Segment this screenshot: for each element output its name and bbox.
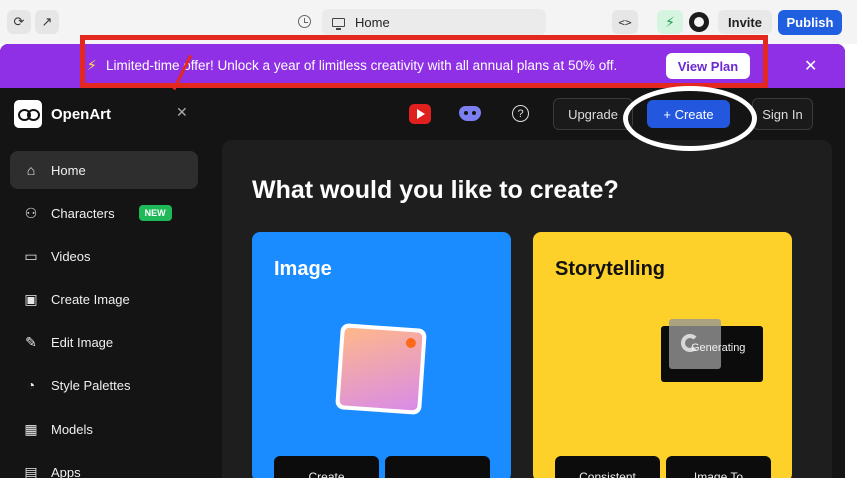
consistent-character-button[interactable]: Consistent: [555, 456, 660, 478]
screen: ⟳ ↗ Home <> ⚡ Invite Publish ⚡ Limited-t…: [0, 0, 857, 478]
sidebar-item-characters[interactable]: ⚇ Characters NEW: [10, 194, 198, 232]
invite-button[interactable]: Invite: [718, 10, 772, 34]
discord-icon[interactable]: [459, 106, 481, 121]
sidebar-item-apps[interactable]: ▤ Apps: [10, 453, 198, 478]
image-illustration: [335, 323, 427, 415]
sidebar-item-home[interactable]: ⌂ Home: [10, 151, 198, 189]
storytelling-card[interactable]: Storytelling Generating: [533, 232, 792, 478]
image-to-video-button[interactable]: Image To: [666, 456, 771, 478]
code-view-button[interactable]: <>: [612, 10, 638, 34]
image-card-secondary-button[interactable]: [385, 456, 490, 478]
sidebar-item-label: Apps: [51, 464, 81, 478]
youtube-icon[interactable]: [409, 104, 431, 124]
page-title: What would you like to create?: [252, 176, 619, 204]
home-icon: ⌂: [26, 162, 36, 178]
edit-icon: ✎: [25, 333, 37, 350]
image-card[interactable]: Image: [252, 232, 511, 478]
sidebar-item-label: Videos: [51, 248, 91, 264]
address-bar[interactable]: Home: [322, 9, 546, 35]
sidebar-item-models[interactable]: ▦ Models: [10, 410, 198, 448]
users-icon: ⚇: [24, 204, 38, 221]
sidebar-item-label: Models: [51, 421, 93, 437]
new-badge: NEW: [138, 205, 172, 221]
history-icon[interactable]: [298, 15, 311, 28]
highlight-ellipse: [623, 86, 757, 151]
apps-icon: ▤: [24, 463, 38, 478]
sidebar-item-label: Style Palettes: [51, 377, 131, 393]
sidebar-item-videos[interactable]: ▭ Videos: [10, 237, 198, 275]
monitor-icon: [332, 17, 345, 30]
reload-icon[interactable]: ⟳: [7, 10, 31, 34]
page-edge: [845, 44, 857, 478]
image-icon: ▣: [24, 290, 38, 307]
sidebar-item-edit-image[interactable]: ✎ Edit Image: [10, 323, 198, 361]
bolt-icon[interactable]: ⚡: [657, 10, 683, 34]
open-external-icon[interactable]: ↗: [35, 10, 59, 34]
sidebar-item-label: Characters: [51, 205, 115, 221]
upgrade-button[interactable]: Upgrade: [553, 98, 633, 130]
sign-in-button[interactable]: Sign In: [752, 98, 813, 130]
sidebar-item-create-image[interactable]: ▣ Create Image: [10, 280, 198, 318]
generating-status: Generating: [691, 342, 746, 354]
brand-name: OpenArt: [51, 106, 111, 123]
palette-icon: ◔: [26, 377, 36, 393]
sidebar-item-style-palettes[interactable]: ◔ Style Palettes: [10, 366, 198, 404]
grid-icon: ▦: [24, 420, 38, 437]
video-icon: ▭: [24, 247, 38, 264]
create-image-button[interactable]: Create: [274, 456, 379, 478]
collapse-sidebar-icon[interactable]: ✕: [176, 104, 188, 121]
github-icon[interactable]: [689, 12, 709, 32]
highlight-rectangle: [80, 35, 768, 88]
sidebar-item-label: Home: [51, 162, 86, 178]
sidebar-item-label: Create Image: [51, 291, 130, 307]
card-title: Storytelling: [555, 258, 666, 280]
openart-logo-icon: [14, 100, 42, 128]
sidebar-item-label: Edit Image: [51, 334, 114, 350]
help-icon[interactable]: ?: [512, 105, 529, 122]
address-text: Home: [355, 14, 390, 30]
publish-button[interactable]: Publish: [778, 10, 842, 35]
card-title: Image: [274, 258, 332, 280]
close-icon[interactable]: ✕: [804, 56, 817, 76]
